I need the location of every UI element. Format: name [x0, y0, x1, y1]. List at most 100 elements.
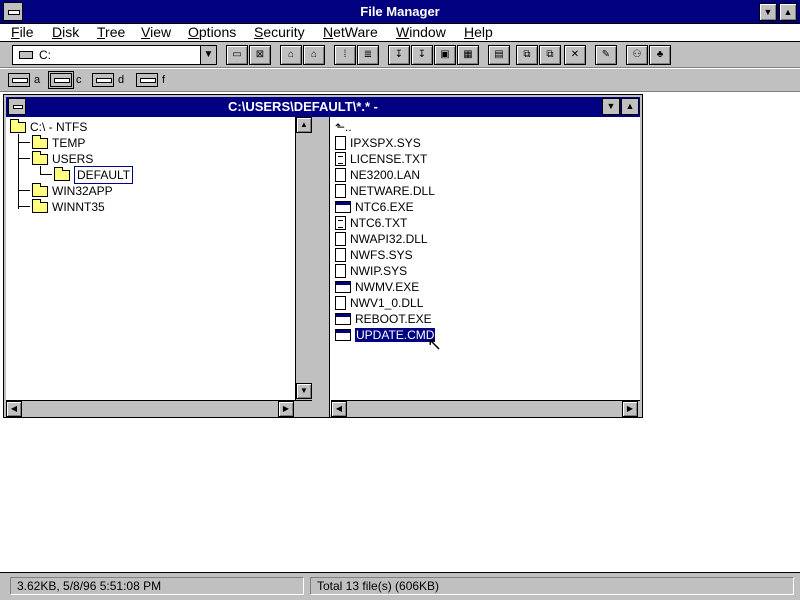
- share-as-button[interactable]: ⌂: [280, 45, 302, 65]
- child-minimize-button[interactable]: ▼: [602, 98, 620, 115]
- file-item[interactable]: NWIP.SYS: [335, 263, 407, 279]
- file-item[interactable]: NWFS.SYS: [335, 247, 413, 263]
- file-item[interactable]: REBOOT.EXE: [335, 311, 432, 327]
- menu-disk[interactable]: Disk: [52, 24, 79, 41]
- drive-c[interactable]: c: [48, 71, 82, 89]
- connect-drive-button[interactable]: ▭: [226, 45, 248, 65]
- dropdown-arrow-icon[interactable]: ▼: [200, 46, 216, 64]
- parent-directory-item[interactable]: ⬑..: [335, 119, 352, 135]
- tree-item-root[interactable]: C:\ - NTFS: [10, 118, 87, 135]
- sort-by-size-button[interactable]: ▣: [434, 45, 456, 65]
- file-icon: [335, 184, 346, 198]
- child-maximize-button[interactable]: ▲: [621, 98, 639, 115]
- toolbar: C: ▼ ▭ ⊠ ⌂ ⌂ ⁞ ≣ ↧ ↧ ▣ ▦ ▤ ⧉ ⧉ ✕ ✎ ⚇ ♣: [0, 42, 800, 68]
- menu-window[interactable]: Window: [396, 24, 446, 41]
- sort-by-name-button[interactable]: ↧: [388, 45, 410, 65]
- up-arrow-icon: ⬑..: [335, 120, 352, 134]
- drive-c-label: c: [76, 74, 82, 86]
- menu-tree[interactable]: Tree: [97, 24, 125, 41]
- text-file-icon: [335, 152, 346, 166]
- file-horizontal-scrollbar[interactable]: ◀ ▶: [331, 400, 640, 417]
- move-button[interactable]: ⧉: [539, 45, 561, 65]
- file-item[interactable]: NWV1_0.DLL: [335, 295, 423, 311]
- tree-item-users[interactable]: USERS: [32, 150, 93, 167]
- owner-button[interactable]: ♣: [649, 45, 671, 65]
- title-bar[interactable]: File Manager ▼ ▲: [0, 0, 800, 24]
- view-name-button[interactable]: ⁞: [334, 45, 356, 65]
- tree-item-temp[interactable]: TEMP: [32, 134, 85, 151]
- file-icon: [335, 168, 346, 182]
- drive-f[interactable]: f: [136, 72, 165, 88]
- program-icon: [335, 281, 351, 293]
- status-total-info: Total 13 file(s) (606KB): [310, 577, 794, 595]
- stop-sharing-button[interactable]: ⌂: [303, 45, 325, 65]
- permissions-button[interactable]: ⚇: [626, 45, 648, 65]
- drive-folder-icon: [10, 118, 26, 133]
- drive-d-label: d: [118, 74, 125, 86]
- hard-drive-icon: [19, 51, 33, 59]
- drive-f-label: f: [162, 74, 166, 86]
- drive-d[interactable]: d: [92, 72, 124, 88]
- file-icon: [335, 248, 346, 262]
- file-pane[interactable]: ⬑.. IPXSPX.SYS LICENSE.TXT NE3200.LAN NE…: [331, 117, 640, 417]
- menu-help[interactable]: Help: [464, 24, 493, 41]
- tree-pane[interactable]: C:\ - NTFS TEMP USERS DEFAULT WIN32APP W…: [6, 117, 312, 417]
- menu-bar: File Disk Tree View Options Security Net…: [0, 24, 800, 42]
- mouse-pointer-icon: ↖: [427, 334, 443, 354]
- scroll-right-icon[interactable]: ▶: [278, 401, 294, 417]
- split-bar[interactable]: [312, 117, 330, 417]
- menu-security[interactable]: Security: [254, 24, 305, 41]
- file-item[interactable]: NWMV.EXE: [335, 279, 419, 295]
- sort-by-type-button[interactable]: ↧: [411, 45, 433, 65]
- file-icon: [335, 264, 346, 278]
- window-title: File Manager: [360, 4, 440, 19]
- scroll-down-icon[interactable]: ▼: [296, 383, 312, 399]
- file-item-selected[interactable]: UPDATE.CMD: [335, 327, 436, 343]
- tree-item-win32app[interactable]: WIN32APP: [32, 182, 113, 199]
- menu-file[interactable]: File: [11, 24, 34, 41]
- menu-view[interactable]: View: [141, 24, 171, 41]
- drive-a[interactable]: a: [8, 72, 40, 88]
- copy-button[interactable]: ⧉: [516, 45, 538, 65]
- scroll-left-icon[interactable]: ◀: [6, 401, 22, 417]
- drive-select-value: C:: [39, 48, 51, 62]
- menu-netware[interactable]: NetWare: [323, 24, 378, 41]
- scroll-up-icon[interactable]: ▲: [296, 117, 312, 133]
- minimize-button[interactable]: ▼: [759, 3, 777, 21]
- new-window-button[interactable]: ▤: [488, 45, 510, 65]
- drive-select[interactable]: C: ▼: [12, 45, 217, 65]
- folder-icon: [32, 198, 48, 213]
- program-icon: [335, 313, 351, 325]
- tree-item-default[interactable]: DEFAULT: [54, 166, 134, 184]
- view-details-button[interactable]: ≣: [357, 45, 379, 65]
- file-icon: [335, 136, 346, 150]
- scroll-right-icon[interactable]: ▶: [622, 401, 638, 417]
- network-drive-icon: [136, 73, 158, 87]
- file-item[interactable]: IPXSPX.SYS: [335, 135, 421, 151]
- program-icon: [335, 201, 351, 213]
- sort-by-date-button[interactable]: ▦: [457, 45, 479, 65]
- menu-options[interactable]: Options: [188, 24, 236, 41]
- drive-a-label: a: [34, 74, 41, 86]
- tree-vertical-scrollbar[interactable]: ▲ ▼: [295, 117, 312, 400]
- scroll-left-icon[interactable]: ◀: [331, 401, 347, 417]
- tree-item-winnt35[interactable]: WINNT35: [32, 198, 105, 215]
- tree-horizontal-scrollbar[interactable]: ◀ ▶: [6, 400, 312, 417]
- delete-button[interactable]: ✕: [564, 45, 586, 65]
- file-item[interactable]: NETWARE.DLL: [335, 183, 435, 199]
- directory-window-title-bar[interactable]: C:\USERS\DEFAULT\*.* - ▼ ▲: [6, 97, 640, 117]
- file-item[interactable]: NWAPI32.DLL: [335, 231, 428, 247]
- disconnect-drive-button[interactable]: ⊠: [249, 45, 271, 65]
- program-icon: [335, 329, 351, 341]
- directory-window[interactable]: C:\USERS\DEFAULT\*.* - ▼ ▲ C:\ - NTFS TE…: [3, 94, 643, 418]
- file-item[interactable]: NTC6.EXE: [335, 199, 414, 215]
- file-item[interactable]: NE3200.LAN: [335, 167, 420, 183]
- file-icon: [335, 232, 346, 246]
- properties-button[interactable]: ✎: [595, 45, 617, 65]
- file-item[interactable]: LICENSE.TXT: [335, 151, 427, 167]
- maximize-button[interactable]: ▲: [779, 3, 797, 21]
- file-item[interactable]: NTC6.TXT: [335, 215, 407, 231]
- directory-window-title: C:\USERS\DEFAULT\*.* -: [228, 99, 378, 114]
- floppy-drive-icon: [8, 73, 30, 87]
- cdrom-drive-icon: [92, 73, 114, 87]
